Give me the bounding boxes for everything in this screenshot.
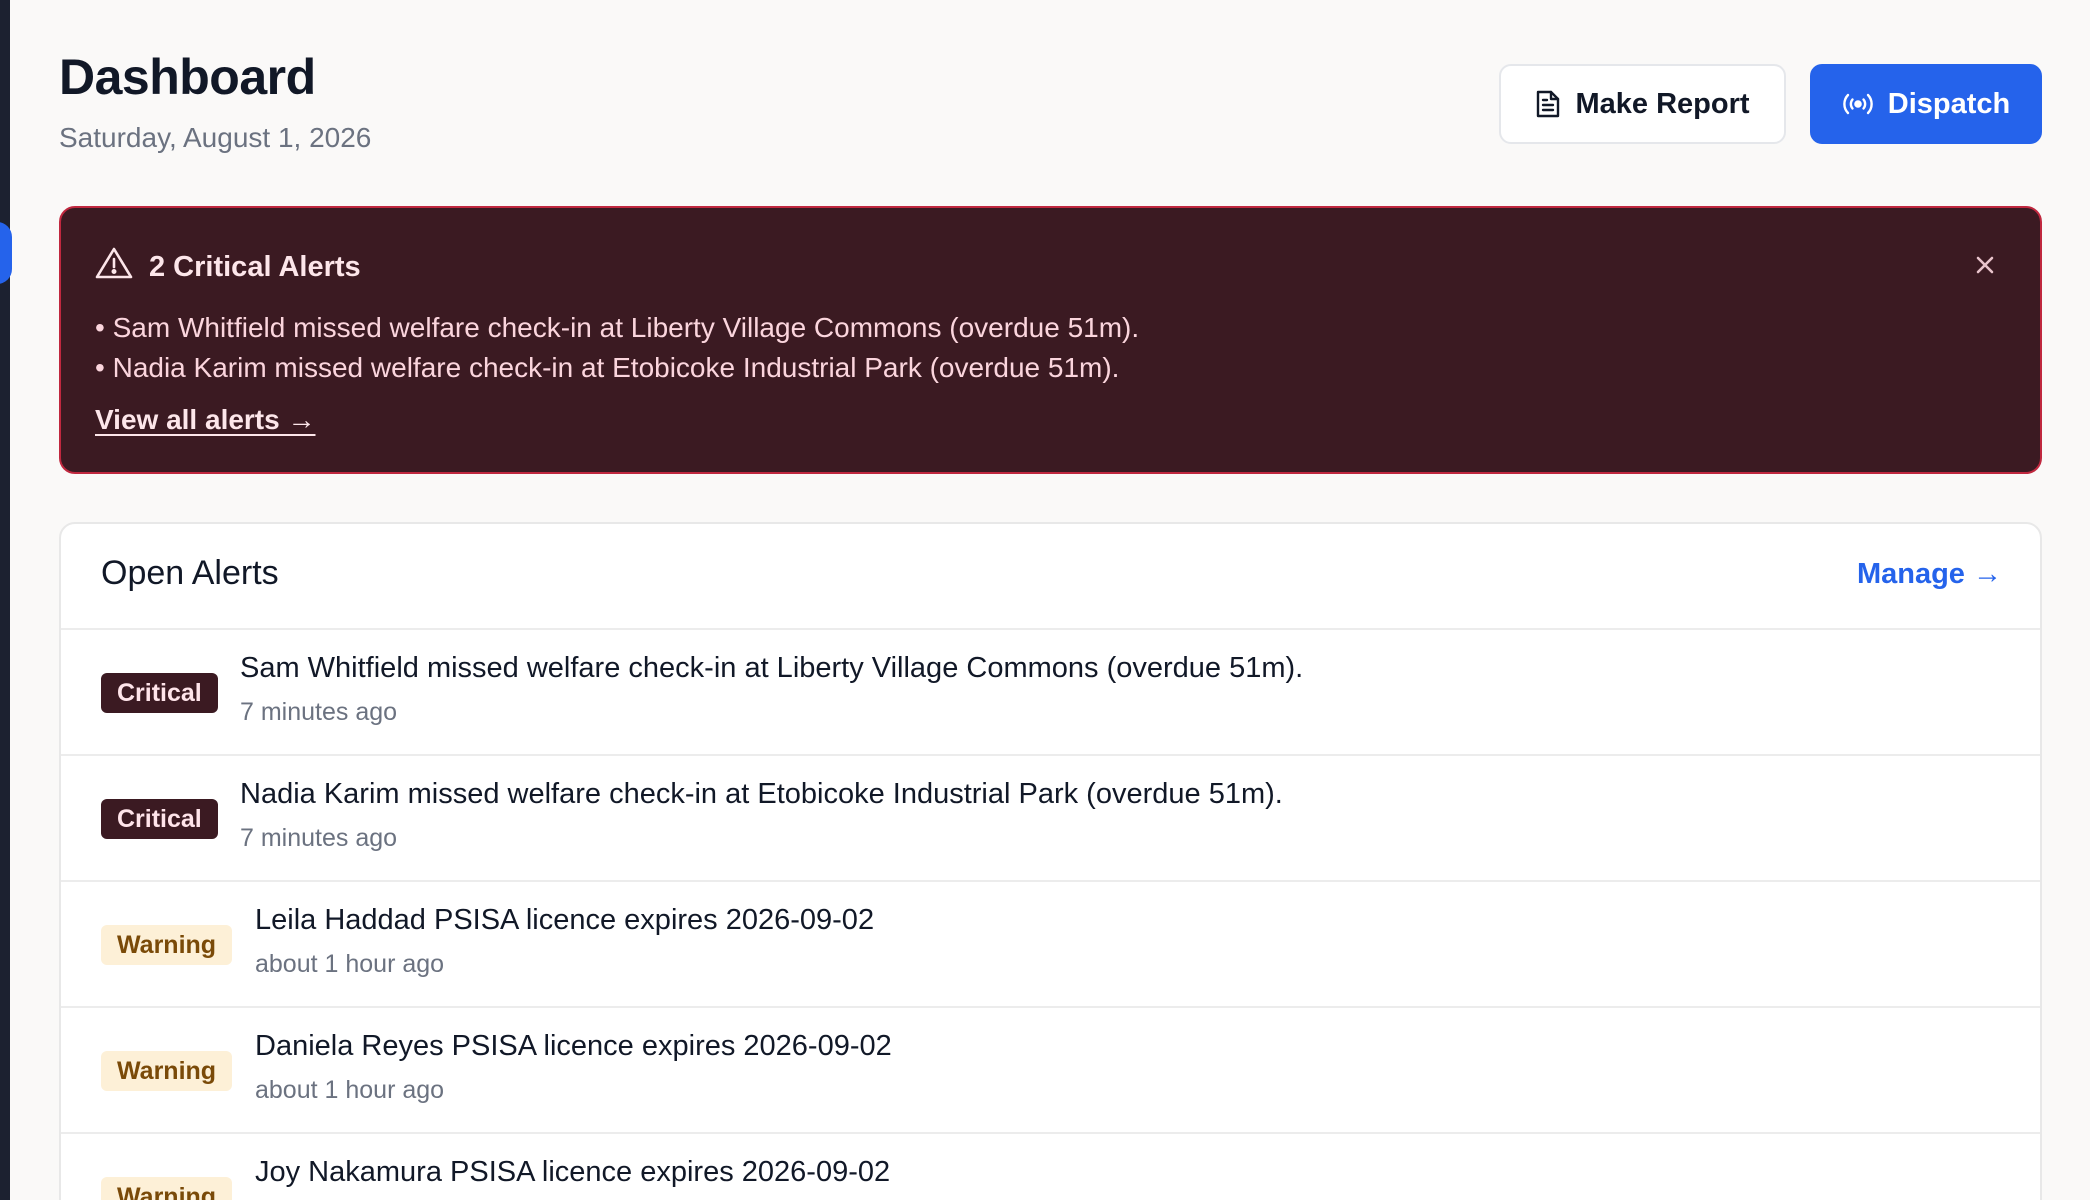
sidebar-active-indicator	[0, 222, 12, 284]
document-icon	[1535, 89, 1561, 119]
dispatch-label: Dispatch	[1887, 87, 2011, 120]
severity-badge: Critical	[101, 673, 218, 713]
open-alerts-list: Critical Sam Whitfield missed welfare ch…	[61, 630, 2040, 1200]
page-title: Dashboard	[59, 49, 316, 105]
alert-time: about 1 hour ago	[255, 950, 445, 978]
alert-message: Nadia Karim missed welfare check-in at E…	[240, 778, 1283, 810]
banner-alert-list: Sam Whitfield missed welfare check-in at…	[95, 308, 1140, 388]
page-header: Dashboard Saturday, August 1, 2026 Make …	[59, 48, 2042, 158]
manage-alerts-link[interactable]: Manage →	[1857, 558, 2002, 591]
severity-badge: Critical	[101, 799, 218, 839]
alert-message: Daniela Reyes PSISA licence expires 2026…	[255, 1030, 892, 1062]
main-content: Dashboard Saturday, August 1, 2026 Make …	[59, 0, 2042, 1200]
critical-alerts-banner: 2 Critical Alerts Sam Whitfield missed w…	[59, 206, 2042, 474]
alert-time: about 1 hour ago	[255, 1076, 445, 1104]
open-alerts-title: Open Alerts	[101, 554, 279, 592]
alert-row[interactable]: Critical Nadia Karim missed welfare chec…	[61, 756, 2040, 882]
alert-row[interactable]: Critical Sam Whitfield missed welfare ch…	[61, 630, 2040, 756]
alert-time: 7 minutes ago	[240, 698, 398, 726]
page-date: Saturday, August 1, 2026	[59, 122, 372, 153]
alert-row[interactable]: Warning Joy Nakamura PSISA licence expir…	[61, 1134, 2040, 1200]
banner-alert-item: Nadia Karim missed welfare check-in at E…	[95, 348, 1139, 388]
alert-message: Leila Haddad PSISA licence expires 2026-…	[255, 904, 875, 936]
banner-title-text: 2 Critical Alerts	[149, 250, 361, 283]
alert-message: Joy Nakamura PSISA licence expires 2026-…	[255, 1156, 891, 1188]
make-report-button[interactable]: Make Report	[1499, 64, 1786, 144]
alert-row[interactable]: Warning Leila Haddad PSISA licence expir…	[61, 882, 2040, 1008]
close-banner-button[interactable]	[1970, 250, 2000, 280]
banner-alert-item: Sam Whitfield missed welfare check-in at…	[95, 308, 1140, 348]
alert-time: 7 minutes ago	[240, 824, 398, 852]
make-report-label: Make Report	[1575, 87, 1750, 120]
warning-triangle-icon	[95, 246, 133, 288]
severity-badge: Warning	[101, 1177, 233, 1200]
alert-row[interactable]: Warning Daniela Reyes PSISA licence expi…	[61, 1008, 2040, 1134]
open-alerts-card: Open Alerts Manage → Critical Sam Whitfi…	[59, 522, 2042, 1200]
view-all-alerts-link[interactable]: View all alerts →	[95, 404, 316, 436]
severity-badge: Warning	[101, 925, 233, 965]
dispatch-button[interactable]: Dispatch	[1810, 64, 2042, 144]
broadcast-icon	[1842, 91, 1874, 117]
left-sidebar-edge	[0, 0, 12, 1200]
alert-message: Sam Whitfield missed welfare check-in at…	[240, 652, 1304, 684]
close-icon	[1970, 256, 2000, 284]
severity-badge: Warning	[101, 1051, 233, 1091]
open-alerts-header: Open Alerts Manage →	[61, 524, 2040, 630]
banner-title: 2 Critical Alerts	[95, 246, 361, 288]
